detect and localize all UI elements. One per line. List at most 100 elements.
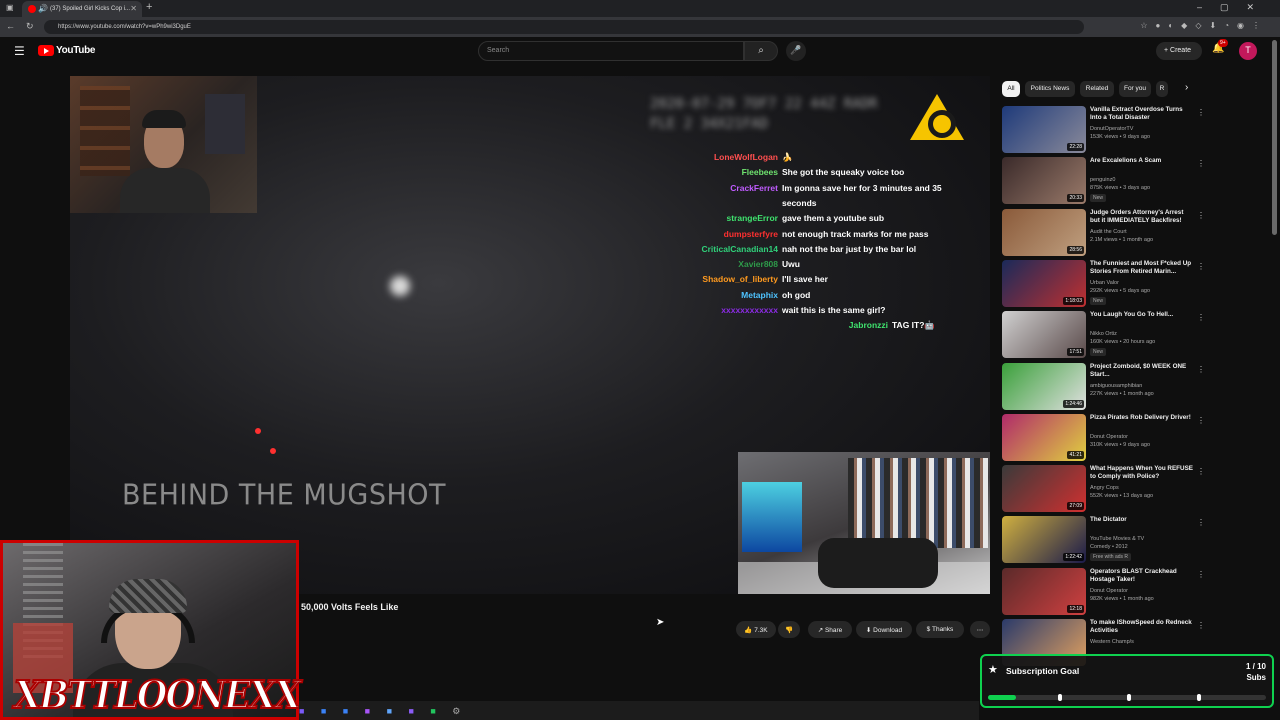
app-icon[interactable]: ■ xyxy=(299,706,304,716)
chat-text: wait this is the same girl? xyxy=(782,305,886,315)
filter-chip[interactable]: R xyxy=(1156,81,1168,97)
settings-icon[interactable]: ⚙ xyxy=(452,706,460,716)
goal-label: Subscription Goal xyxy=(1006,666,1080,676)
page-scrollbar[interactable] xyxy=(1272,40,1277,235)
address-bar-row: ← ↻ https://www.youtube.com/watch?v=wPh9… xyxy=(0,17,1280,37)
more-options-icon[interactable]: ⋮ xyxy=(1197,570,1205,579)
recommendation-item[interactable]: 41:21 Pizza Pirates Rob Delivery Driver! D… xyxy=(1002,413,1205,464)
video-thumbnail[interactable]: 1:18:03 xyxy=(1002,259,1086,307)
more-options-icon[interactable]: ⋮ xyxy=(1197,518,1205,527)
app-icon[interactable]: ■ xyxy=(408,706,413,716)
recommendation-item[interactable]: 22:28 Vanilla Extract Overdose Turns Into… xyxy=(1002,106,1205,156)
recommendation-item[interactable]: 1:24:46 Project Zomboid, $0 WEEK ONE Star… xyxy=(1002,362,1205,413)
more-actions-button[interactable]: ⋯ xyxy=(970,621,990,638)
recommendation-item[interactable]: 20:33 Are Excalelions A Scam penguinz0 875K… xyxy=(1002,157,1205,207)
browser-tab[interactable]: 🔊 (37) Spoiled Girl Kicks Cop i... ✕ xyxy=(22,1,142,17)
app-icon[interactable]: ■ xyxy=(430,706,435,716)
youtube-logo-text[interactable]: YouTube xyxy=(56,45,96,56)
more-options-icon[interactable]: ⋮ xyxy=(1197,365,1205,374)
chat-text: She got the squeaky voice too xyxy=(782,167,905,178)
video-meta: Comedy • 2012 xyxy=(1090,544,1128,551)
search-input[interactable]: Search xyxy=(478,41,744,61)
download-button[interactable]: ⬇ Download xyxy=(856,621,912,638)
more-options-icon[interactable]: ⋮ xyxy=(1197,313,1205,322)
video-thumbnail[interactable]: 27:09 xyxy=(1002,465,1086,513)
like-button[interactable]: 👍 7.3K xyxy=(736,621,776,638)
speaker-icon[interactable]: 🔊 xyxy=(38,4,48,13)
more-options-icon[interactable]: ⋮ xyxy=(1197,621,1205,630)
more-options-icon[interactable]: ⋮ xyxy=(1197,108,1205,117)
thanks-button[interactable]: $ Thanks xyxy=(916,621,964,638)
duration-badge: 1:22:42 xyxy=(1063,553,1084,562)
more-options-icon[interactable]: ⋮ xyxy=(1197,159,1205,168)
duration-badge: 20:33 xyxy=(1067,194,1084,203)
recommendation-item[interactable]: 1:22:42 The Dictator YouTube Movies & TV Co… xyxy=(1002,516,1205,566)
create-button[interactable]: + Create xyxy=(1156,42,1202,60)
reload-icon[interactable]: ↻ xyxy=(26,21,34,32)
video-thumbnail[interactable]: 22:28 xyxy=(1002,106,1086,153)
chat-username: CrackFerret xyxy=(730,182,778,193)
recommendation-item[interactable]: 28:56 Judge Orders Attorney's Arrest but … xyxy=(1002,208,1205,259)
more-options-icon[interactable]: ⋮ xyxy=(1197,262,1205,271)
more-options-icon[interactable]: ⋮ xyxy=(1197,467,1205,476)
more-options-icon[interactable]: ⋮ xyxy=(1197,211,1205,220)
video-thumbnail[interactable]: 1:22:42 xyxy=(1002,516,1086,564)
app-icon[interactable]: ■ xyxy=(387,706,392,716)
account-avatar[interactable]: T xyxy=(1239,42,1257,60)
video-player[interactable]: 2020-07-29 7OF7 22 44Z RADR FLE 2 34X21F… xyxy=(70,76,990,594)
video-thumbnail[interactable]: 17:51 xyxy=(1002,311,1086,359)
video-thumbnail[interactable]: 41:21 xyxy=(1002,413,1086,461)
mouse-cursor-icon: ➤ xyxy=(656,617,665,628)
more-options-icon[interactable]: ⋮ xyxy=(1197,416,1205,425)
person-body xyxy=(120,168,210,213)
tab-actions-icon[interactable]: ▣ xyxy=(6,3,14,12)
dislike-button[interactable]: 👎 xyxy=(778,621,800,638)
window-controls[interactable]: –▢✕ xyxy=(1197,2,1272,13)
share-label: Share xyxy=(824,627,843,634)
recommendation-title: You Laugh You Go To Hell... xyxy=(1090,311,1174,319)
chat-message: dumpsterfyre not enough track marks for m… xyxy=(640,228,929,239)
address-field[interactable]: https://www.youtube.com/watch?v=wPh9wi3D… xyxy=(44,20,1084,34)
recommendation-title: Operators BLAST Crackhead Hostage Taker! xyxy=(1090,567,1177,583)
video-thumbnail[interactable]: 1:24:46 xyxy=(1002,362,1086,410)
browser-tabbar: ▣ 🔊 (37) Spoiled Girl Kicks Cop i... ✕ +… xyxy=(0,0,1280,17)
chat-text: Im gonna save her for 3 minutes and 35 xyxy=(782,182,942,193)
recommendation-title: Pizza Pirates Rob Delivery Driver! xyxy=(1090,413,1191,421)
chat-username: dumpsterfyre xyxy=(723,228,778,239)
chat-username: Fleebees xyxy=(741,167,778,178)
chat-message: LoneWolfLogan 🍌 xyxy=(640,152,793,163)
recommendation-item[interactable]: 1:18:03 The Funniest and Most F*cked Up S… xyxy=(1002,259,1205,310)
share-button[interactable]: ↗ Share xyxy=(808,621,852,638)
status-badge: New xyxy=(1090,296,1107,305)
app-icon[interactable]: ■ xyxy=(321,706,326,716)
chevron-right-icon[interactable]: › xyxy=(1185,82,1188,93)
extension-icons[interactable]: ☆●◐◆◇⬇◔◉⋮ xyxy=(1140,21,1268,30)
close-tab-icon[interactable]: ✕ xyxy=(130,4,137,13)
filter-chip[interactable]: Related xyxy=(1080,81,1114,97)
menu-icon[interactable]: ☰ xyxy=(14,44,25,58)
app-icon[interactable]: ■ xyxy=(343,706,348,716)
new-tab-icon[interactable]: + xyxy=(146,1,152,13)
recommendation-item[interactable]: 12:18 Operators BLAST Crackhead Hostage T… xyxy=(1002,567,1205,618)
youtube-logo-icon[interactable] xyxy=(38,45,54,56)
recommendation-item[interactable]: 17:51 You Laugh You Go To Hell... Nikko Or… xyxy=(1002,311,1205,361)
video-thumbnail[interactable]: 12:18 xyxy=(1002,567,1086,615)
video-meta: 292K views • 5 days ago xyxy=(1090,287,1151,294)
back-icon[interactable]: ← xyxy=(6,21,15,31)
recommendation-title: What Happens When You REFUSE to Comply w… xyxy=(1090,465,1193,481)
channel-name: Audit the Court xyxy=(1090,228,1127,235)
video-thumbnail[interactable]: 28:56 xyxy=(1002,208,1086,256)
filter-chip[interactable]: Politics News xyxy=(1025,81,1075,97)
filter-chip[interactable]: For you xyxy=(1119,81,1151,97)
video-thumbnail[interactable]: 20:33 xyxy=(1002,157,1086,205)
filter-chip[interactable]: All xyxy=(1002,81,1020,97)
poster xyxy=(205,94,245,154)
microphone-icon[interactable]: 🎤 xyxy=(786,41,806,61)
app-icon[interactable]: ■ xyxy=(365,706,370,716)
recommendation-item[interactable]: 27:09 What Happens When You REFUSE to Com… xyxy=(1002,465,1205,515)
chat-message: CrackFerret Im gonna save her for 3 minut… xyxy=(640,182,942,193)
search-icon[interactable]: ⌕ xyxy=(744,41,778,61)
streamer-brand-text: XBTTLOONEXX xyxy=(13,671,302,718)
goal-tick xyxy=(1057,694,1062,701)
streamer-webcam xyxy=(70,76,257,213)
